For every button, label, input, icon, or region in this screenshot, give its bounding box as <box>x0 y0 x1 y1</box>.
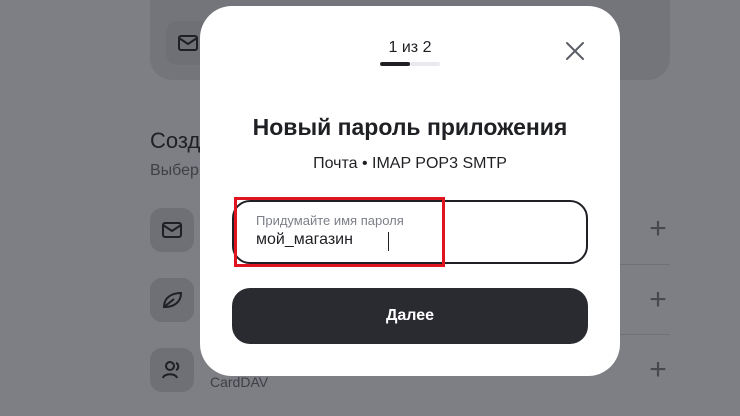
password-name-label: Придумайте имя пароля <box>256 213 404 228</box>
carddav-caption: CardDAV <box>210 374 269 390</box>
contacts-icon[interactable] <box>150 348 194 392</box>
close-icon[interactable] <box>564 40 586 62</box>
step-indicator: 1 из 2 <box>388 39 432 56</box>
step-progress-fill <box>380 62 410 66</box>
mail-icon[interactable] <box>150 208 194 252</box>
text-caret <box>388 232 389 251</box>
section-subtitle: Выбер <box>150 162 199 179</box>
dialog-title: Новый пароль приложения <box>252 114 568 140</box>
password-name-input[interactable] <box>256 231 556 249</box>
add-icon[interactable]: + <box>646 214 670 244</box>
leaf-icon[interactable] <box>150 278 194 322</box>
password-name-field[interactable]: Придумайте имя пароля <box>232 200 588 264</box>
step-progress-bar <box>380 62 440 66</box>
next-button[interactable]: Далее <box>232 288 588 344</box>
add-icon[interactable]: + <box>646 355 670 385</box>
new-app-password-dialog: 1 из 2 Новый пароль приложения Почта • I… <box>200 6 620 376</box>
add-icon[interactable]: + <box>646 285 670 315</box>
dialog-subtitle: Почта • IMAP POP3 SMTP <box>313 155 507 172</box>
